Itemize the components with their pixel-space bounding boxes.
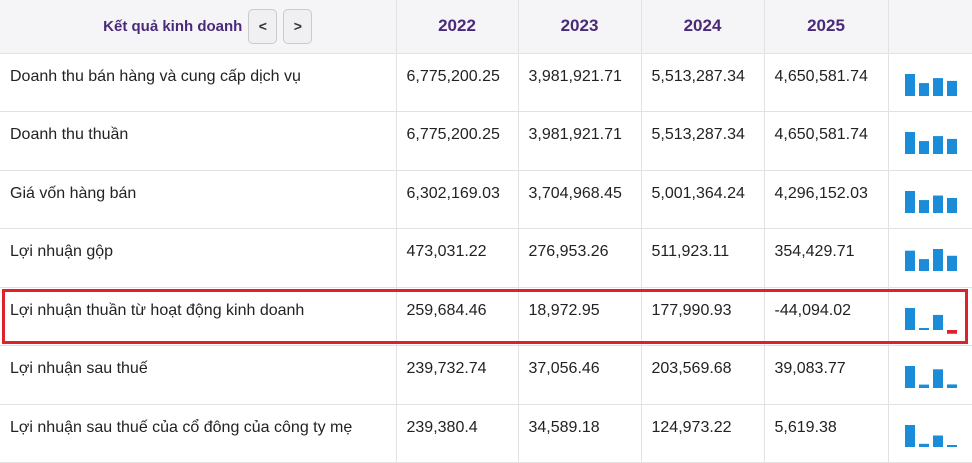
sparkline-chart <box>904 73 957 96</box>
previous-period-button[interactable]: < <box>248 8 278 44</box>
sparkline-bar <box>918 82 929 96</box>
financial-results-widget: Kết quả kinh doanh < > 2022 2023 2024 20… <box>0 0 972 463</box>
sparkline-chart <box>904 190 957 213</box>
sparkline-bar <box>932 435 943 447</box>
sparkline-bar <box>904 424 915 447</box>
sparkline-bar <box>918 259 929 271</box>
value-cell: 239,380.4 <box>396 404 519 463</box>
results-table: Kết quả kinh doanh < > 2022 2023 2024 20… <box>0 0 972 463</box>
value-cell: 5,513,287.34 <box>641 53 765 112</box>
value-cell: 203,569.68 <box>641 345 765 405</box>
sparkline-bar <box>904 190 915 213</box>
sparkline-bar <box>918 199 929 213</box>
table-row: Doanh thu bán hàng và cung cấp dịch vụ 6… <box>0 53 972 112</box>
value-cell: 511,923.11 <box>641 228 765 288</box>
sparkline-bar <box>904 366 915 388</box>
row-label: Doanh thu bán hàng và cung cấp dịch vụ <box>0 53 397 112</box>
value-cell: 39,083.77 <box>764 345 889 405</box>
sparkline-cell[interactable] <box>888 404 972 463</box>
row-label: Lợi nhuận sau thuế <box>0 345 397 405</box>
sparkline-chart <box>904 132 957 154</box>
row-label: Doanh thu thuần <box>0 111 397 171</box>
year-header-2024: 2024 <box>641 0 765 54</box>
sparkline-bar <box>932 195 943 213</box>
sparkline-cell[interactable] <box>888 111 972 171</box>
sparkline-bar <box>904 132 915 154</box>
chart-header-cell <box>888 0 972 54</box>
year-header-2025: 2025 <box>764 0 889 54</box>
sparkline-chart <box>904 424 957 447</box>
value-cell: 3,981,921.71 <box>518 53 642 112</box>
value-cell: 177,990.93 <box>641 287 765 346</box>
table-title: Kết quả kinh doanh <box>103 17 243 35</box>
year-header-2023: 2023 <box>518 0 642 54</box>
sparkline-bar <box>946 80 957 96</box>
sparkline-bar <box>904 250 915 271</box>
value-cell: 259,684.46 <box>396 287 519 346</box>
value-cell: 4,650,581.74 <box>764 53 889 112</box>
sparkline-bar <box>946 138 957 154</box>
value-cell: 5,513,287.34 <box>641 111 765 171</box>
sparkline-bar <box>932 77 943 96</box>
header-row: Kết quả kinh doanh < > 2022 2023 2024 20… <box>0 0 972 54</box>
value-cell: 3,704,968.45 <box>518 170 642 229</box>
value-cell: 6,302,169.03 <box>396 170 519 229</box>
row-label: Lợi nhuận sau thuế của cổ đông của công … <box>0 404 397 463</box>
sparkline-bar <box>918 384 929 388</box>
value-cell: 124,973.22 <box>641 404 765 463</box>
sparkline-cell[interactable] <box>888 345 972 405</box>
table-row: Lợi nhuận sau thuế 239,732.74 37,056.46 … <box>0 345 972 405</box>
sparkline-chart <box>904 249 957 271</box>
sparkline-bar <box>932 136 943 154</box>
sparkline-bar <box>946 384 957 388</box>
sparkline-bar <box>904 307 915 330</box>
year-header-2022: 2022 <box>396 0 519 54</box>
value-cell: 276,953.26 <box>518 228 642 288</box>
sparkline-cell[interactable] <box>888 53 972 112</box>
sparkline-bar <box>904 73 915 96</box>
sparkline-chart <box>904 307 957 334</box>
sparkline-bar <box>918 443 929 447</box>
value-cell: 354,429.71 <box>764 228 889 288</box>
row-label: Lợi nhuận thuần từ hoạt động kinh doanh <box>0 287 397 346</box>
value-cell: 18,972.95 <box>518 287 642 346</box>
next-period-button[interactable]: > <box>283 8 313 44</box>
sparkline-bar <box>918 141 929 154</box>
table-row: Giá vốn hàng bán 6,302,169.03 3,704,968.… <box>0 170 972 229</box>
value-cell: 473,031.22 <box>396 228 519 288</box>
row-label: Lợi nhuận gộp <box>0 228 397 288</box>
sparkline-bar <box>946 255 957 271</box>
sparkline-bar <box>932 314 943 330</box>
value-cell: 239,732.74 <box>396 345 519 405</box>
value-cell: 4,296,152.03 <box>764 170 889 229</box>
title-header-cell: Kết quả kinh doanh < > <box>0 0 397 54</box>
value-cell: 4,650,581.74 <box>764 111 889 171</box>
sparkline-bar <box>946 197 957 213</box>
table-row: Lợi nhuận sau thuế của cổ đông của công … <box>0 404 972 463</box>
table-row: Doanh thu thuần 6,775,200.25 3,981,921.7… <box>0 111 972 171</box>
sparkline-bar <box>946 444 957 447</box>
value-cell: 3,981,921.71 <box>518 111 642 171</box>
sparkline-chart <box>904 366 957 388</box>
sparkline-bar <box>918 327 929 330</box>
table-row: Lợi nhuận gộp 473,031.22 276,953.26 511,… <box>0 228 972 288</box>
row-label: Giá vốn hàng bán <box>0 170 397 229</box>
sparkline-cell[interactable] <box>888 228 972 288</box>
sparkline-bar <box>946 329 957 334</box>
value-cell: 6,775,200.25 <box>396 111 519 171</box>
sparkline-cell[interactable] <box>888 287 972 346</box>
value-cell: 6,775,200.25 <box>396 53 519 112</box>
value-cell: 5,619.38 <box>764 404 889 463</box>
sparkline-bar <box>932 249 943 271</box>
table-row-highlighted: Lợi nhuận thuần từ hoạt động kinh doanh … <box>0 287 972 346</box>
value-cell: -44,094.02 <box>764 287 889 346</box>
value-cell: 37,056.46 <box>518 345 642 405</box>
sparkline-cell[interactable] <box>888 170 972 229</box>
sparkline-bar <box>932 369 943 388</box>
value-cell: 5,001,364.24 <box>641 170 765 229</box>
value-cell: 34,589.18 <box>518 404 642 463</box>
